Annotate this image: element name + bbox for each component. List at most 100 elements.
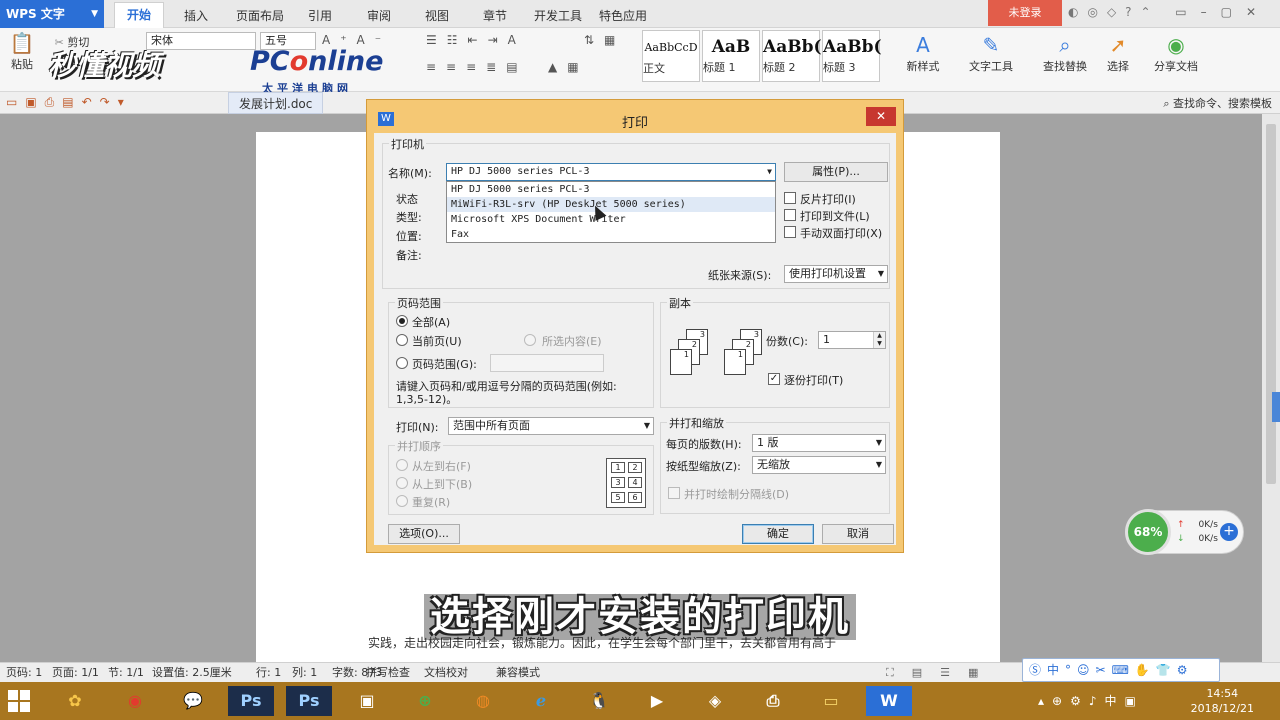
order-cell: 5 bbox=[611, 492, 625, 503]
printer-option[interactable]: Microsoft XPS Document Writer bbox=[447, 212, 775, 227]
tab-home[interactable]: 开始 bbox=[114, 2, 165, 28]
printer-option[interactable]: Fax bbox=[447, 227, 775, 242]
spell-check-button[interactable]: 拼写检查 bbox=[366, 663, 410, 682]
page-range-radio[interactable] bbox=[396, 357, 408, 369]
selection-radio[interactable] bbox=[524, 334, 536, 346]
manual-duplex-checkbox[interactable] bbox=[784, 226, 796, 238]
printer-icon[interactable]: ⎙ bbox=[750, 686, 796, 716]
wechat-icon[interactable]: 💬 bbox=[170, 686, 216, 716]
print-to-file-checkbox[interactable] bbox=[784, 209, 796, 221]
wps-taskbar-icon[interactable]: W bbox=[866, 686, 912, 716]
system-tray[interactable]: ▴⊕⚙♪中▣ bbox=[1038, 692, 1144, 709]
printer-name-select[interactable]: HP DJ 5000 series PCL-3 ▼ bbox=[446, 163, 776, 181]
proofread-button[interactable]: 文档校对 bbox=[424, 663, 468, 682]
wps-app-menu[interactable]: WPS 文字 ▼ bbox=[0, 0, 104, 28]
top-to-bottom-radio[interactable] bbox=[396, 477, 408, 489]
upload-speed: 0K/s bbox=[1198, 520, 1218, 530]
paste-button[interactable]: 📋 粘贴 bbox=[8, 32, 36, 72]
options-button[interactable]: 选项(O)... bbox=[388, 524, 460, 544]
qq-icon[interactable]: 🐧 bbox=[576, 686, 622, 716]
align-buttons[interactable]: ≡≡≡≣▤ bbox=[426, 60, 528, 74]
current-page-radio[interactable] bbox=[396, 334, 408, 346]
style-heading-1[interactable]: AaB 标题 1 bbox=[702, 30, 760, 82]
vertical-scrollbar[interactable] bbox=[1262, 114, 1280, 662]
taskbar-app-icon-3[interactable]: ◈ bbox=[692, 686, 738, 716]
video-app-icon[interactable]: ▶ bbox=[634, 686, 680, 716]
spinner-arrows-icon[interactable]: ▲ ▼ bbox=[873, 332, 885, 348]
tab-page-layout[interactable]: 页面布局 bbox=[236, 7, 284, 24]
clock-time: 14:54 bbox=[1206, 687, 1239, 700]
close-button[interactable]: ✕ bbox=[866, 107, 896, 126]
paragraph-buttons[interactable]: ⇅▦ bbox=[584, 33, 625, 47]
chevron-down-icon: ▼ bbox=[877, 269, 884, 278]
style-normal[interactable]: AaBbCcD 正文 bbox=[642, 30, 700, 82]
page-range-input[interactable] bbox=[490, 354, 604, 372]
tab-review[interactable]: 审阅 bbox=[367, 7, 391, 24]
share-button[interactable]: ◉ 分享文档 bbox=[1150, 34, 1202, 74]
print-dialog: W 打印 ✕ 打印机 名称(M): HP DJ 5000 series PCL-… bbox=[367, 100, 903, 552]
taskbar-app-icon-2[interactable]: ▣ bbox=[344, 686, 390, 716]
toolbar-mini-icons[interactable]: ◐◎◇?⌃ bbox=[1068, 5, 1160, 19]
windows-start-icon[interactable] bbox=[8, 690, 30, 712]
tab-featured[interactable]: 特色应用 bbox=[599, 7, 647, 24]
all-pages-radio[interactable] bbox=[396, 315, 408, 327]
document-tab[interactable]: 发展计划.doc bbox=[228, 92, 324, 114]
firefox-icon[interactable]: ◍ bbox=[460, 686, 506, 716]
pages-per-sheet-select[interactable]: 1 版 ▼ bbox=[752, 434, 886, 452]
printer-dropdown-list[interactable]: HP DJ 5000 series PCL-3 MiWiFi-R3L-srv (… bbox=[446, 181, 776, 243]
scale-select[interactable]: 无缩放 ▼ bbox=[752, 456, 886, 474]
plus-icon[interactable]: + bbox=[1220, 523, 1238, 541]
cancel-button[interactable]: 取消 bbox=[822, 524, 894, 544]
printer-option[interactable]: HP DJ 5000 series PCL-3 bbox=[447, 182, 775, 197]
folder-icon[interactable]: ▭ bbox=[808, 686, 854, 716]
tab-developer[interactable]: 开发工具 bbox=[534, 7, 582, 24]
tab-chapter[interactable]: 章节 bbox=[483, 7, 507, 24]
style-heading-2[interactable]: AaBb( 标题 2 bbox=[762, 30, 822, 82]
draw-separator-checkbox[interactable] bbox=[668, 487, 680, 499]
dialog-title-bar[interactable]: W 打印 bbox=[374, 107, 896, 133]
ie-icon[interactable]: ℯ bbox=[518, 686, 564, 716]
status-label: 状态 bbox=[396, 193, 418, 206]
printer-option[interactable]: MiWiFi-R3L-srv (HP DeskJet 5000 series) bbox=[447, 197, 775, 212]
scrollbar-thumb[interactable] bbox=[1266, 124, 1276, 484]
watermark-miaodong: 秒懂视频 bbox=[48, 49, 161, 82]
style-heading-3[interactable]: AaBb( 标题 3 bbox=[822, 30, 882, 82]
list-buttons[interactable]: ☰☷⇤⇥A bbox=[426, 33, 526, 47]
photoshop-icon-2[interactable]: Ps bbox=[286, 686, 332, 716]
ime-toolbar[interactable]: Ⓢ中°☺✂⌨✋👕⚙ bbox=[1022, 658, 1220, 682]
print-what-select[interactable]: 范围中所有页面 ▼ bbox=[448, 417, 654, 435]
tab-references[interactable]: 引用 bbox=[308, 7, 332, 24]
left-to-right-radio[interactable] bbox=[396, 459, 408, 471]
font-grow-shrink-buttons[interactable]: A⁺A⁻ bbox=[322, 33, 391, 47]
taskbar-app-icon[interactable]: ✿ bbox=[52, 686, 98, 716]
paper-source-select[interactable]: 使用打印机设置 ▼ bbox=[784, 265, 888, 283]
search-commands-button[interactable]: ⌕ 查找命令、搜索模板 bbox=[1163, 95, 1272, 111]
network-speed-widget[interactable]: 68% ↑ 0K/s ↓ 0K/s + bbox=[1125, 509, 1244, 555]
window-controls[interactable]: ▭–▢✕ bbox=[1175, 5, 1270, 19]
weibo-icon[interactable]: ◉ bbox=[112, 686, 158, 716]
tab-view[interactable]: 视图 bbox=[425, 7, 449, 24]
collate-checkbox[interactable]: ✓ bbox=[768, 373, 780, 385]
quick-access-icons[interactable]: ▭▣⎙▤↶↷▾ bbox=[6, 95, 132, 110]
repeat-radio[interactable] bbox=[396, 495, 408, 507]
name-label: 名称(M): bbox=[388, 167, 432, 180]
find-replace-button[interactable]: ⌕ 查找替换 bbox=[1036, 34, 1094, 74]
select-button[interactable]: ➚ 选择 bbox=[1098, 34, 1138, 74]
browser-360-icon[interactable]: ⊕ bbox=[402, 686, 448, 716]
style-label: 标题 3 bbox=[823, 61, 856, 74]
side-panel-tab[interactable] bbox=[1272, 392, 1280, 422]
shading-border-buttons[interactable]: ▲▦ bbox=[548, 60, 589, 74]
location-label: 位置: bbox=[396, 230, 422, 243]
text-tools-button[interactable]: ✎ 文字工具 bbox=[962, 34, 1020, 74]
login-button[interactable]: 未登录 bbox=[988, 0, 1062, 26]
clock[interactable]: 14:54 2018/12/21 bbox=[1191, 686, 1254, 716]
font-name-select[interactable]: 宋体 bbox=[146, 32, 256, 50]
new-style-button[interactable]: A 新样式 bbox=[898, 34, 948, 74]
ok-button[interactable]: 确定 bbox=[742, 524, 814, 544]
properties-button[interactable]: 属性(P)... bbox=[784, 162, 888, 182]
tab-insert[interactable]: 插入 bbox=[184, 7, 208, 24]
reverse-print-checkbox[interactable] bbox=[784, 192, 796, 204]
view-mode-buttons[interactable]: ⛶▤☰▦ bbox=[886, 663, 996, 682]
photoshop-icon[interactable]: Ps bbox=[228, 686, 274, 716]
copies-spinner[interactable]: 1 ▲ ▼ bbox=[818, 331, 886, 349]
